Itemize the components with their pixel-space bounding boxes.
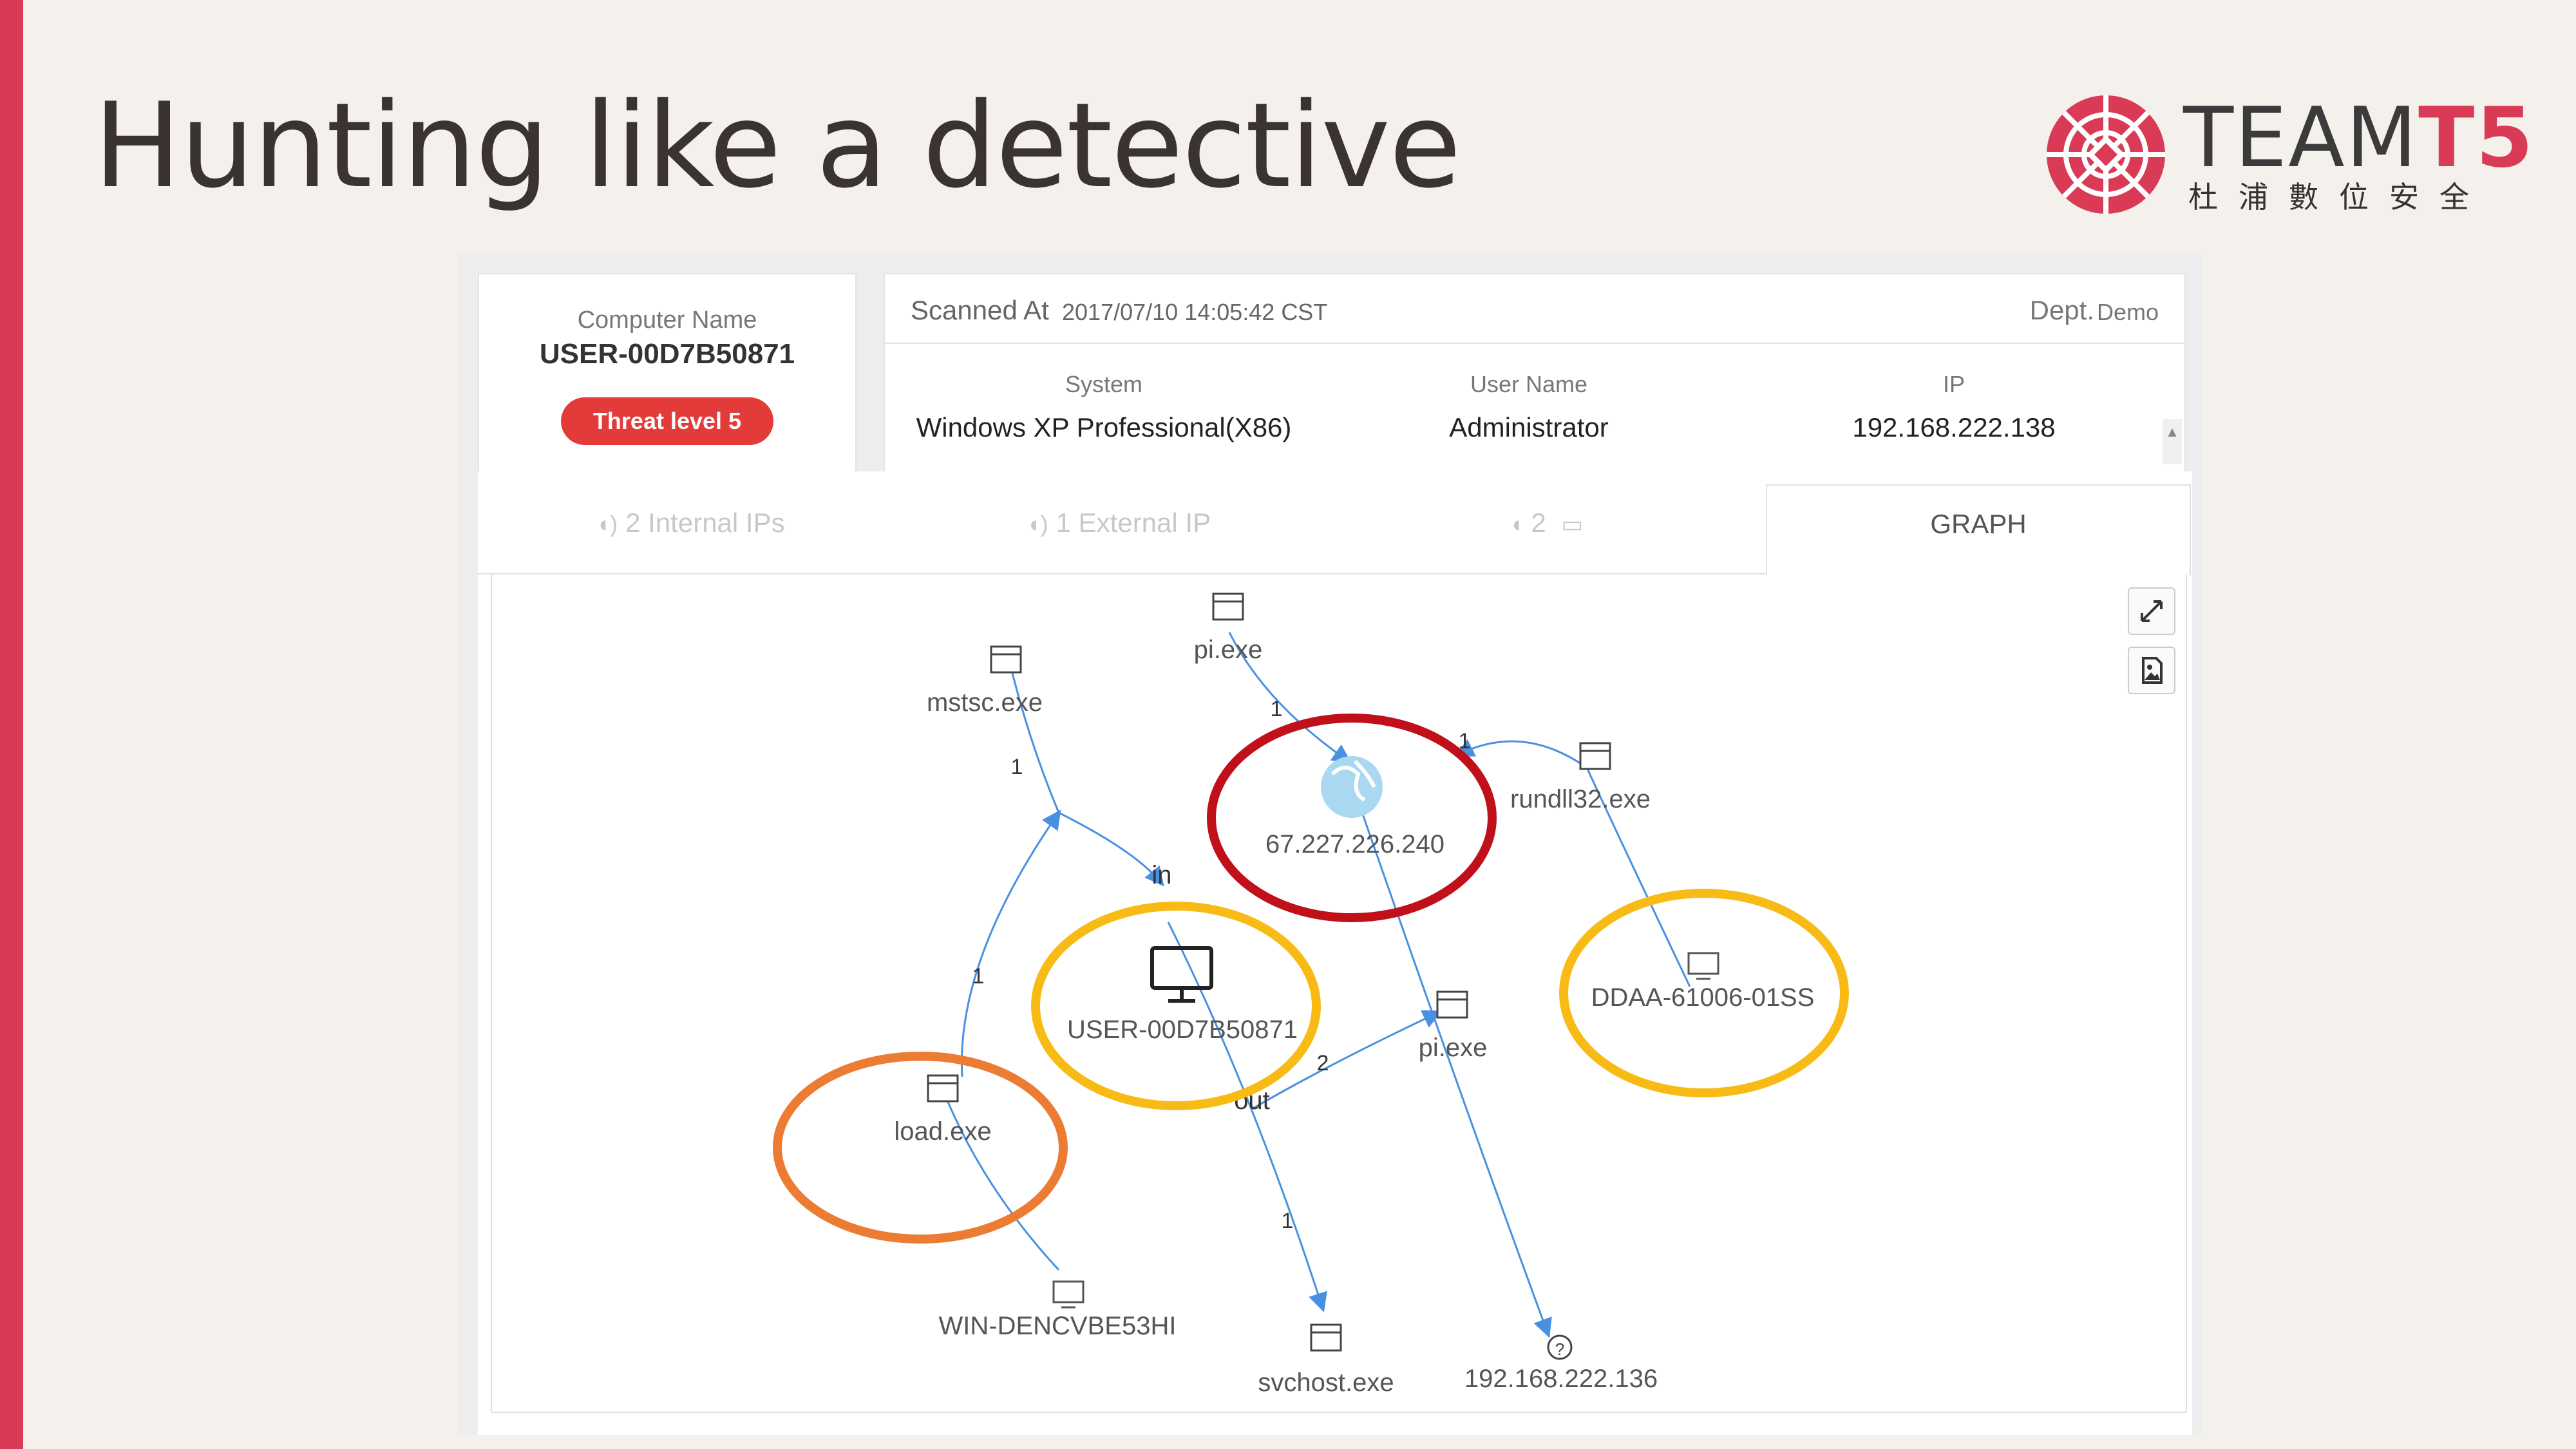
spider-web-logo-icon	[2047, 95, 2165, 214]
node-label: pi.exe	[1194, 636, 1263, 664]
scan-header: Scanned At 2017/07/10 14:05:42 CST Dept.…	[885, 274, 2184, 344]
threat-level-badge[interactable]: Threat level 5	[560, 397, 774, 445]
process-icon	[1436, 990, 1468, 1019]
app-window: Computer Name USER-00D7B50871 Threat lev…	[459, 252, 2202, 1435]
edge-label-in: in	[1151, 861, 1171, 889]
scanned-at-value: 2017/07/10 14:05:42 CST	[1062, 299, 1328, 325]
highlight-ring-load	[773, 1052, 1068, 1244]
dept-value: Demo	[2096, 299, 2159, 325]
user-name-value: Administrator	[1449, 412, 1609, 442]
expand-icon	[2141, 600, 2163, 622]
monitor-icon: ▭	[1561, 511, 1584, 537]
edge-weight: 1	[1011, 755, 1023, 779]
globe-icon	[1321, 756, 1383, 818]
network-graph[interactable]: in out 1 1 1 1 2 1 ? pi.exe mstsc.exe 67…	[492, 574, 2186, 1412]
edge-weight: 1	[972, 964, 985, 989]
node-label: USER-00D7B50871	[1067, 1016, 1298, 1044]
system-column: System Windows XP Professional(X86)	[911, 371, 1297, 443]
edge-weight: 1	[1282, 1209, 1294, 1233]
tab-graph[interactable]: GRAPH	[1766, 484, 2191, 576]
edge-weight: 2	[1317, 1051, 1329, 1075]
logo-wordmark: TEAMT5	[2183, 90, 2535, 186]
process-icon	[927, 1074, 959, 1103]
ip-column: IP 192.168.222.138	[1786, 371, 2121, 443]
node-label: rundll32.exe	[1510, 785, 1651, 813]
signal-icon: ◖)	[1026, 511, 1048, 537]
logo-subtitle: 杜浦數位安全	[2188, 180, 2490, 214]
node-label: WIN-DENCVBE53HI	[939, 1312, 1177, 1340]
ip-label: IP	[1942, 371, 1965, 397]
dept-label: Dept.	[2029, 295, 2094, 325]
scan-info-card: Scanned At 2017/07/10 14:05:42 CST Dept.…	[884, 273, 2186, 488]
user-name-label: User Name	[1470, 371, 1588, 397]
system-label: System	[1065, 371, 1143, 397]
teamt5-logo: TEAMT5 杜浦數位安全	[2041, 90, 2535, 219]
process-icon	[990, 645, 1022, 674]
edge-user-svchost	[1167, 922, 1327, 1312]
process-icon	[1579, 742, 1611, 770]
fullscreen-button[interactable]	[2128, 587, 2175, 635]
edge-load-win	[942, 1089, 1060, 1271]
graph-panel: in out 1 1 1 1 2 1 ? pi.exe mstsc.exe 67…	[491, 574, 2187, 1413]
computer-name-value: USER-00D7B50871	[539, 338, 795, 370]
tab-external-ip[interactable]: ◖) 1 External IP	[903, 484, 1334, 574]
image-file-icon	[2142, 657, 2163, 684]
user-column: User Name Administrator	[1361, 371, 1696, 443]
tabs-area: ◖) 2 Internal IPs ◖) 1 External IP ◖ 2 ▭ GR…	[478, 471, 2192, 1435]
export-image-button[interactable]	[2128, 647, 2175, 694]
signal-icon: ◖)	[596, 511, 618, 537]
computer-icon	[1052, 1280, 1084, 1309]
edge-weight: 1	[1271, 697, 1283, 721]
signal-icon: ◖	[1509, 511, 1524, 537]
slide-accent-bar	[0, 0, 23, 1449]
tab-computers[interactable]: ◖ 2 ▭	[1334, 484, 1766, 574]
computer-card: Computer Name USER-00D7B50871 Threat lev…	[478, 273, 857, 488]
node-label: 192.168.222.136	[1464, 1365, 1658, 1393]
edge-mstsc-user	[1006, 651, 1164, 887]
system-value: Windows XP Professional(X86)	[916, 412, 1292, 442]
computer-icon	[1687, 952, 1719, 980]
computer-name-label: Computer Name	[577, 307, 757, 334]
node-label: mstsc.exe	[927, 688, 1043, 717]
node-label: DDAA-61006-01SS	[1591, 983, 1815, 1012]
node-label: pi.exe	[1419, 1034, 1488, 1062]
node-label: svchost.exe	[1258, 1368, 1394, 1397]
tab-internal-ips[interactable]: ◖) 2 Internal IPs	[478, 484, 903, 574]
process-icon	[1310, 1323, 1342, 1352]
node-label: 67.227.226.240	[1265, 830, 1444, 858]
svg-text:?: ?	[1555, 1340, 1564, 1359]
unknown-host-icon: ?	[1547, 1334, 1573, 1360]
process-icon	[1212, 592, 1244, 621]
scroll-up-arrow[interactable]: ▲	[2163, 419, 2182, 464]
node-label: load.exe	[894, 1117, 991, 1146]
slide-title: Hunting like a detective	[93, 77, 1461, 214]
scanned-at-label: Scanned At	[911, 295, 1049, 325]
ip-value: 192.168.222.138	[1852, 412, 2056, 442]
